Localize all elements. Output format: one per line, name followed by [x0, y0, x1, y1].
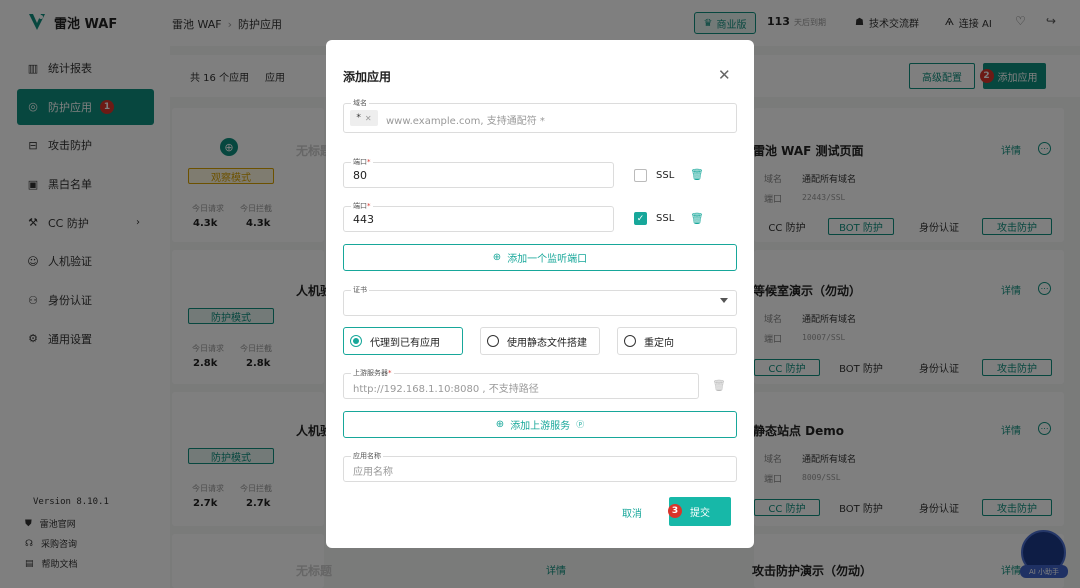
caret-down-icon[interactable]: [720, 298, 728, 303]
mode-static-option[interactable]: 使用静态文件搭建: [480, 327, 600, 355]
certificate-label: 证书: [351, 285, 369, 295]
port-field[interactable]: [343, 206, 614, 232]
close-icon[interactable]: ✕: [718, 66, 731, 84]
submit-button[interactable]: 3 提交: [668, 497, 731, 526]
trash-icon: 🗑: [712, 379, 726, 392]
add-port-button[interactable]: ⊕ 添加一个监听端口: [343, 244, 737, 271]
cancel-button[interactable]: 取消: [612, 504, 652, 520]
port-label: 端口*: [351, 201, 373, 211]
certificate-select[interactable]: [343, 290, 737, 316]
ssl-label: SSL: [656, 213, 675, 224]
upstream-input[interactable]: http://192.168.1.10:8080 , 不支持路径: [353, 380, 539, 395]
plus-circle-icon: ⊕: [495, 419, 505, 430]
plus-circle-icon: ⊕: [492, 252, 502, 263]
radio: [624, 335, 636, 347]
mode-redirect-option[interactable]: 重定向: [617, 327, 737, 355]
app-name-field[interactable]: [343, 456, 737, 482]
domain-chip[interactable]: * ✕: [350, 110, 378, 126]
ssl-checkbox[interactable]: [634, 169, 647, 182]
port-input-value[interactable]: 80: [353, 169, 367, 182]
pro-badge-icon: ⓟ: [576, 420, 585, 429]
radio-selected: [350, 335, 362, 347]
radio: [487, 335, 499, 347]
app-name-input[interactable]: 应用名称: [353, 463, 393, 478]
app-name-label: 应用名称: [351, 451, 383, 461]
ssl-checkbox-checked[interactable]: ✓: [634, 212, 647, 225]
step-badge: 3: [668, 504, 682, 518]
mode-proxy-option[interactable]: 代理到已有应用: [343, 327, 463, 355]
add-upstream-button[interactable]: ⊕ 添加上游服务 ⓟ: [343, 411, 737, 438]
domain-label: 域名: [351, 98, 369, 108]
chip-remove-icon[interactable]: ✕: [365, 114, 372, 123]
trash-icon[interactable]: 🗑: [690, 212, 704, 225]
trash-icon[interactable]: 🗑: [690, 168, 704, 181]
port-label: 端口*: [351, 157, 373, 167]
ssl-label: SSL: [656, 170, 675, 181]
domain-input[interactable]: www.example.com, 支持通配符 *: [386, 112, 545, 127]
port-input-value[interactable]: 443: [353, 213, 374, 226]
upstream-label: 上游服务器*: [351, 368, 394, 378]
port-field[interactable]: [343, 162, 614, 188]
dialog-title: 添加应用: [343, 70, 392, 84]
